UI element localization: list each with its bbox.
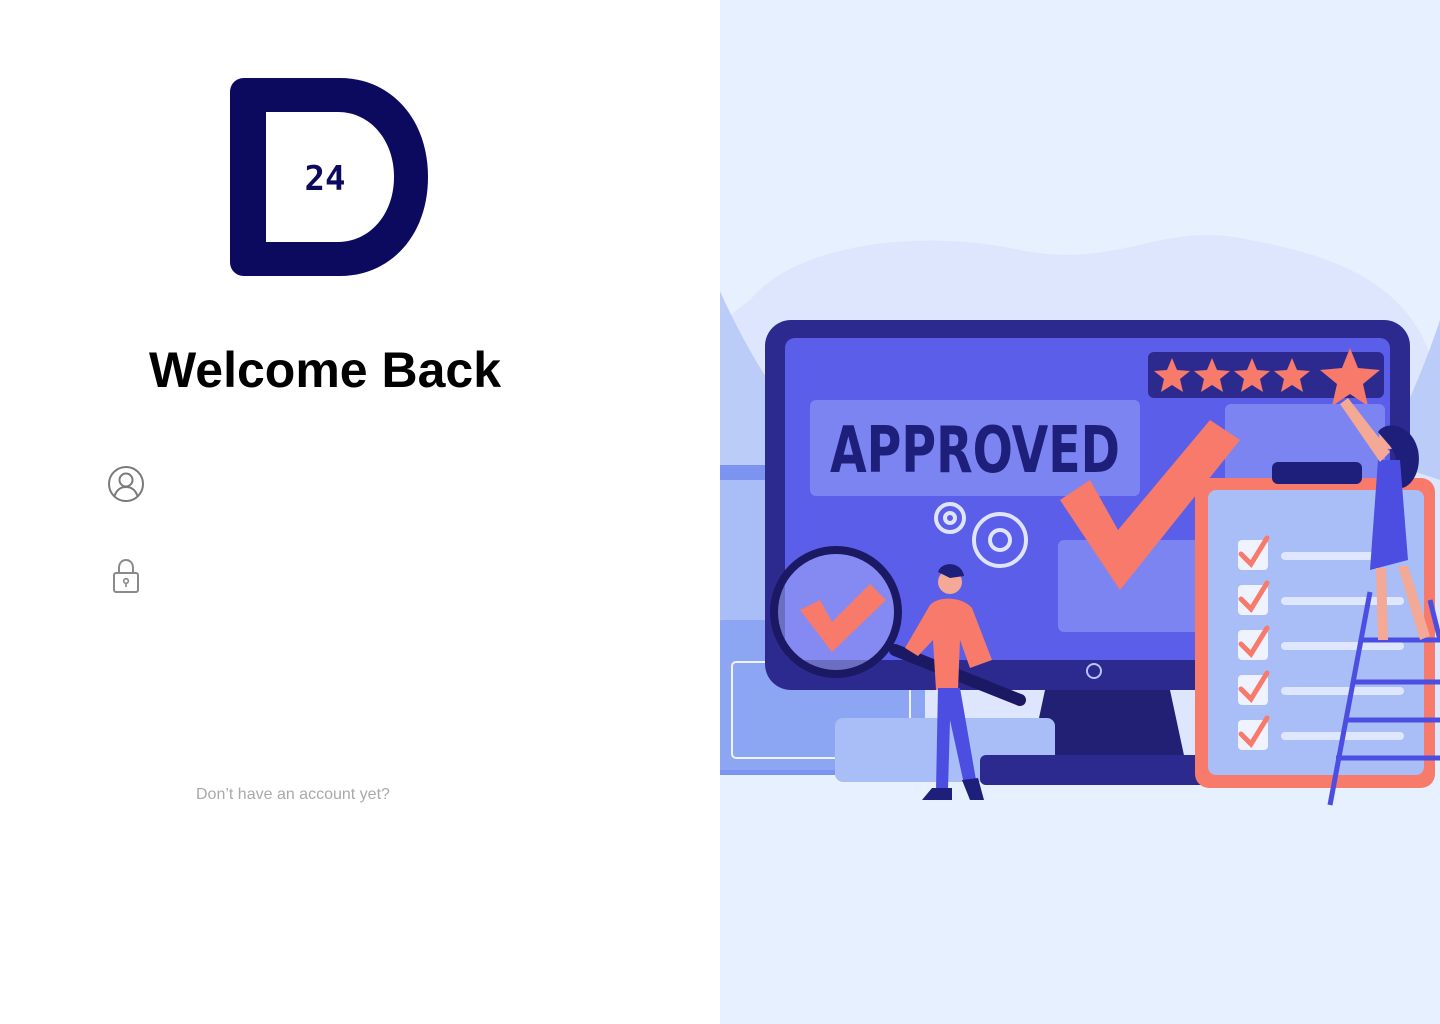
signup-prompt: Don’t have an account yet? [196, 786, 390, 803]
page-title: Welcome Back [148, 342, 502, 398]
approved-illustration: APPROVED [720, 235, 1440, 806]
clipboard-clip [1272, 462, 1362, 484]
magnifier-glass [770, 546, 902, 678]
login-panel: 24 Welcome Back Username Don’t have an a… [0, 0, 720, 1024]
logo-text: 24 [305, 159, 346, 199]
password-input[interactable] [160, 557, 626, 595]
d24-logo: 24 [230, 78, 428, 276]
username-input[interactable] [160, 465, 626, 503]
username-field[interactable] [106, 464, 626, 504]
illustration-panel: APPROVED [720, 0, 1440, 1024]
user-circle-icon [106, 464, 146, 504]
lock-icon [106, 556, 146, 596]
password-field[interactable] [106, 556, 626, 596]
login-page: 24 Welcome Back Username Don’t have an a… [0, 0, 1440, 1024]
approved-text: APPROVED [830, 414, 1120, 488]
